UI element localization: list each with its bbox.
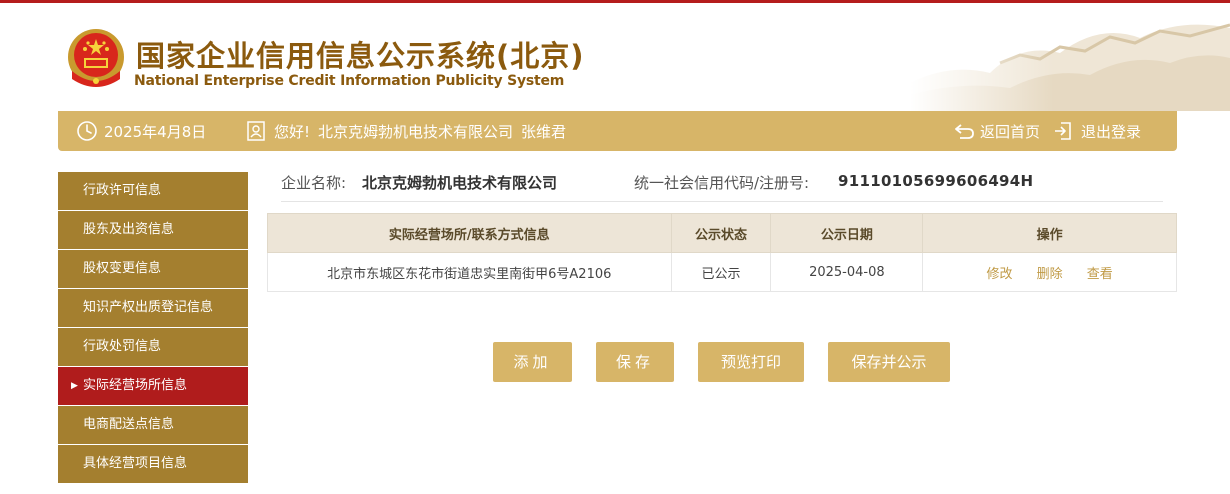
date-display: 2025年4月8日 [76, 111, 206, 151]
table-row: 北京市东城区东花市街道忠实里南街甲6号A2106 已公示 2025-04-08 … [267, 252, 1177, 292]
great-wall-background [910, 3, 1230, 111]
info-bar: 2025年4月8日 您好! 北京克姆勃机电技术有限公司 张维君 返回首页 退出登… [58, 111, 1177, 151]
column-header-address: 实际经营场所/联系方式信息 [267, 213, 672, 253]
logout-link[interactable]: 退出登录 [1053, 111, 1141, 151]
edit-link[interactable]: 修改 [986, 267, 1012, 282]
credit-code-label: 统一社会信用代码/注册号: [634, 174, 810, 192]
table-header-row: 实际经营场所/联系方式信息 公示状态 公示日期 操作 [267, 213, 1177, 253]
sidebar-item-ip-pledge[interactable]: 知识产权出质登记信息 [58, 289, 248, 327]
clock-icon [77, 121, 97, 141]
cell-status: 已公示 [670, 252, 772, 292]
active-arrow-icon: ▶ [71, 381, 78, 391]
site-header: 国家企业信用信息公示系统(北京) National Enterprise Cre… [0, 3, 1230, 111]
delete-link[interactable]: 删除 [1037, 267, 1063, 282]
company-name-label: 企业名称: [281, 174, 347, 192]
national-emblem-icon [68, 29, 124, 87]
return-home-link[interactable]: 返回首页 [954, 111, 1040, 151]
sidebar-item-label: 知识产权出质登记信息 [83, 300, 214, 315]
cell-address: 北京市东城区东花市街道忠实里南街甲6号A2106 [267, 252, 672, 292]
user-greeting: 您好! 北京克姆勃机电技术有限公司 张维君 [246, 111, 566, 151]
cell-date: 2025-04-08 [770, 252, 924, 292]
return-home-label: 返回首页 [980, 122, 1041, 141]
greeting-text: 您好! [274, 122, 311, 141]
add-button[interactable]: 添加 [493, 342, 572, 382]
save-and-publish-button[interactable]: 保存并公示 [828, 342, 950, 382]
cell-actions: 修改 删除 查看 [922, 252, 1177, 292]
preview-print-button[interactable]: 预览打印 [698, 342, 804, 382]
sidebar-nav: 行政许可信息 股东及出资信息 股权变更信息 知识产权出质登记信息 行政处罚信息 … [58, 172, 248, 484]
sidebar-item-ecommerce-delivery[interactable]: 电商配送点信息 [58, 406, 248, 444]
sidebar-item-label: 实际经营场所信息 [83, 378, 188, 393]
site-title-cn: 国家企业信用信息公示系统(北京) [136, 39, 585, 73]
user-badge-icon [247, 121, 265, 141]
sidebar-item-label: 具体经营项目信息 [83, 456, 188, 471]
column-header-status: 公示状态 [670, 213, 772, 253]
return-arrow-icon [955, 124, 974, 139]
save-button[interactable]: 保存 [596, 342, 674, 382]
sidebar-item-label: 行政处罚信息 [83, 339, 162, 354]
column-header-actions: 操作 [922, 213, 1177, 253]
sidebar-item-shareholders[interactable]: 股东及出资信息 [58, 211, 248, 249]
sidebar-item-admin-license[interactable]: 行政许可信息 [58, 172, 248, 210]
logout-icon [1055, 122, 1071, 140]
site-title-en: National Enterprise Credit Information P… [134, 73, 565, 89]
column-header-date: 公示日期 [770, 213, 924, 253]
logout-label: 退出登录 [1081, 122, 1142, 141]
sidebar-item-label: 股东及出资信息 [83, 222, 175, 237]
sidebar-item-label: 股权变更信息 [83, 261, 162, 276]
premises-table: 实际经营场所/联系方式信息 公示状态 公示日期 操作 北京市东城区东花市街道忠实… [267, 213, 1177, 292]
company-info: 企业名称: 北京克姆勃机电技术有限公司 统一社会信用代码/注册号: 911101… [281, 160, 1163, 202]
sidebar-item-business-projects[interactable]: 具体经营项目信息 [58, 445, 248, 483]
company-name-value: 北京克姆勃机电技术有限公司 [362, 174, 558, 192]
view-link[interactable]: 查看 [1087, 267, 1113, 282]
sidebar-item-business-premises[interactable]: ▶ 实际经营场所信息 [58, 367, 248, 405]
user-name: 张维君 [521, 122, 567, 141]
date-text: 2025年4月8日 [104, 122, 207, 141]
sidebar-item-label: 电商配送点信息 [83, 417, 175, 432]
sidebar-item-label: 行政许可信息 [83, 183, 162, 198]
credit-code-value: 91110105699606494H [838, 172, 1034, 190]
sidebar-item-equity-change[interactable]: 股权变更信息 [58, 250, 248, 288]
sidebar-item-admin-penalty[interactable]: 行政处罚信息 [58, 328, 248, 366]
main-content: 企业名称: 北京克姆勃机电技术有限公司 统一社会信用代码/注册号: 911101… [267, 160, 1177, 382]
user-company: 北京克姆勃机电技术有限公司 [318, 122, 514, 141]
